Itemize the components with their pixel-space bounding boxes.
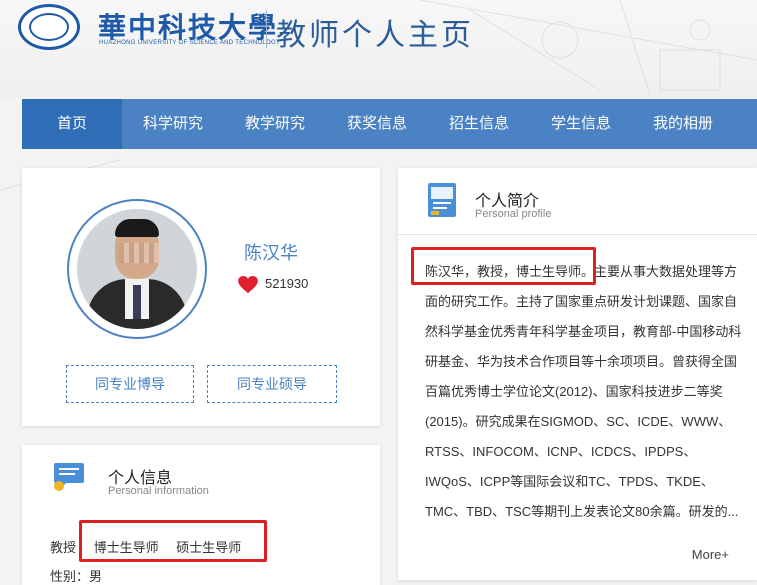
nav-item-awards[interactable]: 获奖信息 bbox=[326, 99, 428, 149]
avatar bbox=[77, 209, 197, 329]
same-major-master-supervisors-button[interactable]: 同专业硕导 bbox=[207, 365, 337, 403]
profile-bio-text: 陈汉华，教授，博士生导师。主要从事大数据处理等方面的研究工作。主持了国家重点研发… bbox=[425, 264, 742, 519]
heart-icon[interactable] bbox=[238, 276, 258, 294]
nav-item-students[interactable]: 学生信息 bbox=[530, 99, 632, 149]
avatar-frame bbox=[67, 199, 207, 339]
nav-item-album[interactable]: 我的相册 bbox=[632, 99, 734, 149]
like-count: 521930 bbox=[265, 276, 309, 291]
university-name-en: HUAZHONG UNIVERSITY OF SCIENCE AND TECHN… bbox=[99, 40, 281, 46]
teacher-name[interactable]: 陈汉华 bbox=[244, 239, 298, 265]
nav-item-home[interactable]: 首页 bbox=[22, 99, 122, 149]
personal-info-card: 个人信息 Personal information 教授 博士生导师 硕士生导师… bbox=[22, 445, 380, 585]
same-major-phd-supervisors-button[interactable]: 同专业博导 bbox=[66, 365, 194, 403]
gender-label: 性别： bbox=[50, 569, 90, 584]
document-profile-icon bbox=[428, 183, 456, 217]
page-header: 華中科技大學 HUAZHONG UNIVERSITY OF SCIENCE AN… bbox=[0, 0, 757, 281]
site-title: 教师个人主页 bbox=[276, 19, 474, 52]
nav-item-teaching[interactable]: 教学研究 bbox=[224, 99, 326, 149]
university-seal-logo bbox=[18, 4, 80, 50]
gender-value: 男 bbox=[89, 569, 103, 584]
personal-profile-card: 个人简介 Personal profile 陈汉华，教授，博士生导师。主要从事大… bbox=[398, 168, 757, 580]
rank-value: 教授 bbox=[50, 540, 77, 555]
highlight-box-supervisor-tags bbox=[79, 520, 267, 562]
highlight-box-bio-intro bbox=[411, 247, 596, 285]
nav-item-research[interactable]: 科学研究 bbox=[122, 99, 224, 149]
profile-divider bbox=[398, 234, 757, 235]
chat-info-icon bbox=[54, 463, 84, 491]
profile-card: 陈汉华 521930 同专业博导 同专业硕导 bbox=[22, 168, 380, 426]
main-nav: 首页 科学研究 教学研究 获奖信息 招生信息 学生信息 我的相册 bbox=[22, 99, 757, 149]
logo-divider bbox=[266, 10, 267, 48]
nav-item-admissions[interactable]: 招生信息 bbox=[428, 99, 530, 149]
more-link[interactable]: More+ bbox=[692, 547, 729, 562]
gender-row: 性别：男 bbox=[50, 566, 102, 585]
personal-profile-subtitle: Personal profile bbox=[475, 208, 552, 220]
personal-info-subtitle: Personal information bbox=[108, 485, 209, 497]
